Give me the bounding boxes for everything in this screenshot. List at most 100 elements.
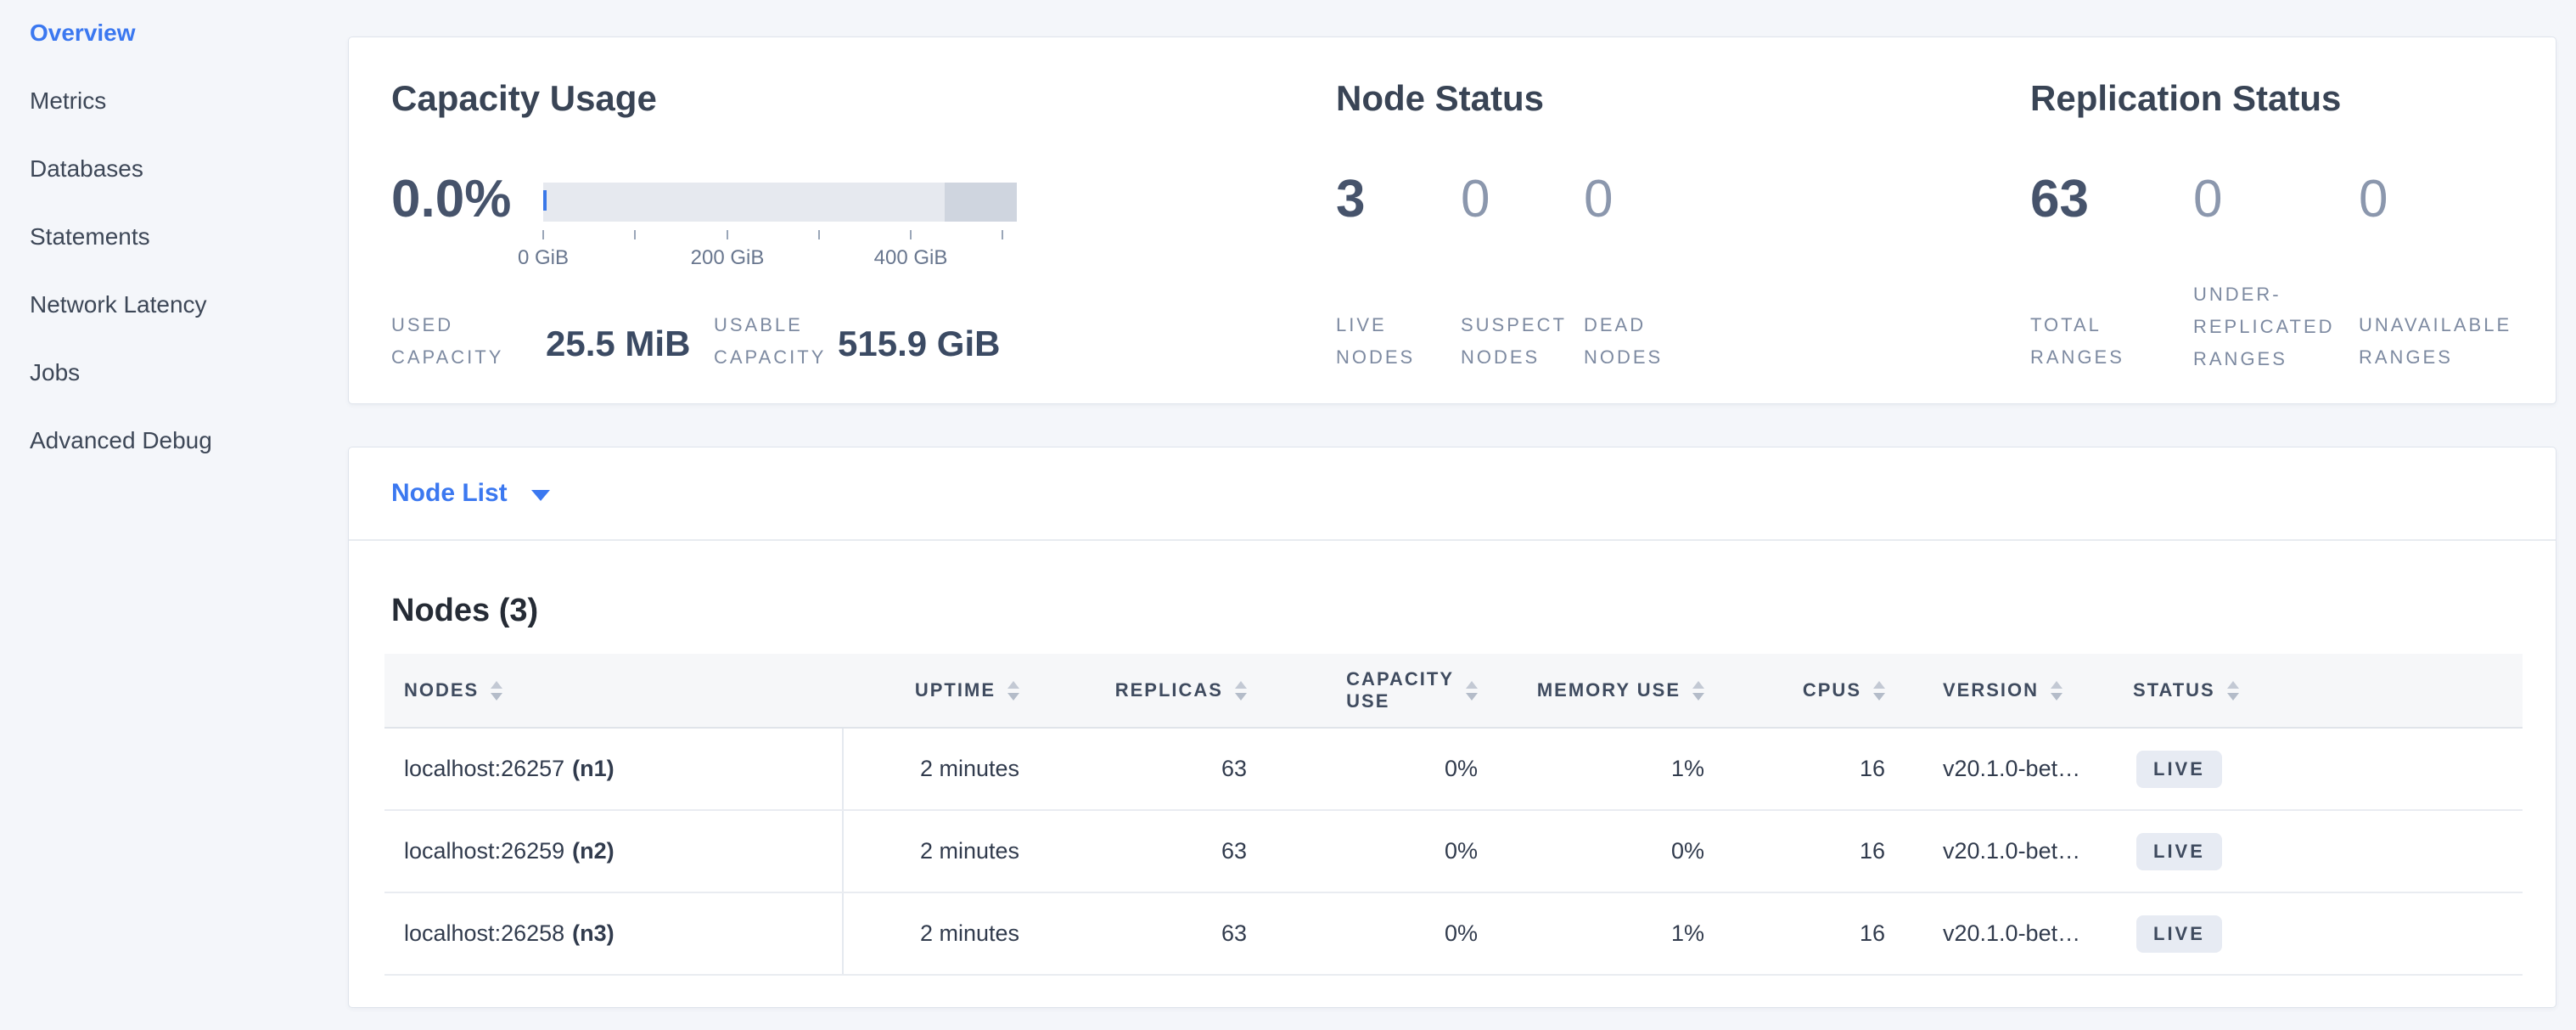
status-cell: LIVE <box>2126 893 2519 974</box>
table-header-row: NODES UPTIME REPLICAS CAPACITY USE <box>384 654 2523 729</box>
stat-label-line: REPLICATED <box>2193 311 2335 343</box>
memory-use-cell: 1% <box>1478 893 1704 974</box>
sort-icon <box>1873 681 1885 701</box>
stat-label-line: RANGES <box>2193 343 2335 375</box>
axis-label-400gib: 400 GiB <box>874 245 948 271</box>
node-host: localhost:26257 <box>404 756 564 782</box>
total-ranges-label: TOTAL RANGES <box>2030 309 2124 374</box>
axis-tick <box>1002 230 1003 239</box>
stat-label-line: RANGES <box>2359 341 2511 374</box>
column-header-nodes[interactable]: NODES <box>384 654 844 727</box>
version-cell: v20.1.0-bet… <box>1943 893 2126 974</box>
axis-label-200gib: 200 GiB <box>691 245 765 271</box>
used-capacity-marker <box>543 190 547 211</box>
total-ranges-count: 63 <box>2030 173 2089 226</box>
memory-use-cell: 1% <box>1478 729 1704 809</box>
stat-label-line: LIVE <box>1336 309 1415 341</box>
column-header-status[interactable]: STATUS <box>2126 654 2519 727</box>
table-row-n1[interactable]: localhost:26257 (n1) 2 minutes 63 0% 1% … <box>384 729 2523 811</box>
suspect-nodes-count: 0 <box>1461 173 1490 226</box>
memory-use-cell: 0% <box>1478 811 1704 892</box>
axis-tick <box>818 230 820 239</box>
column-header-memory-use[interactable]: MEMORY USE <box>1478 654 1704 727</box>
triangle-down-icon <box>1235 693 1247 701</box>
column-header-label: NODES <box>404 679 479 701</box>
dead-nodes-label: DEAD NODES <box>1584 309 1663 374</box>
sidebar-item-statements[interactable]: Statements <box>30 225 335 249</box>
stat-label-line: UNAVAILABLE <box>2359 309 2511 341</box>
sidebar-item-advanced-debug[interactable]: Advanced Debug <box>30 429 335 453</box>
column-header-label: STATUS <box>2133 679 2215 701</box>
stat-label-line: UNDER- <box>2193 279 2335 311</box>
status-badge: LIVE <box>2136 833 2222 870</box>
live-nodes-label: LIVE NODES <box>1336 309 1415 374</box>
triangle-up-icon <box>2051 681 2062 689</box>
capacity-usage-bar <box>543 183 1017 222</box>
node-name-cell: localhost:26259 (n2) <box>384 811 844 892</box>
capacity-usage-title: Capacity Usage <box>391 78 657 119</box>
sort-icon <box>1235 681 1247 701</box>
node-name-cell: localhost:26258 (n3) <box>384 893 844 974</box>
usable-capacity-label: USABLE CAPACITY <box>714 309 826 374</box>
node-list-dropdown[interactable]: Node List <box>391 447 550 539</box>
sort-icon <box>491 681 502 701</box>
nodes-heading: Nodes (3) <box>391 590 538 631</box>
sort-icon <box>1692 681 1704 701</box>
cpus-cell: 16 <box>1704 729 1885 809</box>
triangle-down-icon <box>1692 693 1704 701</box>
column-header-label: MEMORY USE <box>1537 679 1681 701</box>
usable-capacity-value: 515.9 GiB <box>838 324 1000 363</box>
node-name-cell: localhost:26257 (n1) <box>384 729 844 809</box>
stat-label-line: CAPACITY <box>714 341 826 374</box>
view-switcher-bar: Node List <box>349 447 2556 541</box>
triangle-up-icon <box>2227 681 2239 689</box>
column-header-uptime[interactable]: UPTIME <box>844 654 1019 727</box>
column-header-cpus[interactable]: CPUS <box>1704 654 1885 727</box>
live-nodes-count: 3 <box>1336 173 1365 226</box>
table-row-n3[interactable]: localhost:26258 (n3) 2 minutes 63 0% 1% … <box>384 893 2523 976</box>
under-replicated-ranges-count: 0 <box>2193 173 2222 226</box>
status-badge: LIVE <box>2136 915 2222 953</box>
sidebar: Overview Metrics Databases Statements Ne… <box>30 21 335 497</box>
table-row-n2[interactable]: localhost:26259 (n2) 2 minutes 63 0% 0% … <box>384 811 2523 893</box>
version-cell: v20.1.0-bet… <box>1943 729 2126 809</box>
node-id: (n2) <box>572 838 615 864</box>
column-header-replicas[interactable]: REPLICAS <box>1019 654 1247 727</box>
cpus-cell: 16 <box>1704 811 1885 892</box>
unavailable-ranges-label: UNAVAILABLE RANGES <box>2359 309 2511 374</box>
stat-label-line: CAPACITY <box>391 341 503 374</box>
suspect-nodes-label: SUSPECT NODES <box>1461 309 1567 374</box>
node-list-dropdown-label: Node List <box>391 479 508 508</box>
node-host: localhost:26259 <box>404 838 564 864</box>
triangle-up-icon <box>1235 681 1247 689</box>
column-header-capacity-use[interactable]: CAPACITY USE <box>1247 654 1478 727</box>
column-header-version[interactable]: VERSION <box>1943 654 2126 727</box>
sidebar-item-databases[interactable]: Databases <box>30 157 335 181</box>
cluster-overview-page: Overview Metrics Databases Statements Ne… <box>0 0 2576 1030</box>
sort-icon <box>2051 681 2062 701</box>
used-capacity-label: USED CAPACITY <box>391 309 503 374</box>
triangle-down-icon <box>2227 693 2239 701</box>
column-header-label: REPLICAS <box>1115 679 1223 701</box>
cluster-summary-card: Capacity Usage 0.0% 0 GiB 200 GiB 400 Gi… <box>348 37 2556 404</box>
column-header-label: UPTIME <box>915 679 996 701</box>
triangle-down-icon <box>1466 693 1478 701</box>
sidebar-item-jobs[interactable]: Jobs <box>30 361 335 385</box>
cpus-cell: 16 <box>1704 893 1885 974</box>
triangle-up-icon <box>1873 681 1885 689</box>
sidebar-item-overview[interactable]: Overview <box>30 21 335 45</box>
axis-tick <box>634 230 636 239</box>
chevron-down-icon <box>531 490 550 501</box>
axis-label-0gib: 0 GiB <box>518 245 569 271</box>
unavailable-ranges-count: 0 <box>2359 173 2388 226</box>
non-usable-capacity-segment <box>945 183 1017 222</box>
stat-label-line: NODES <box>1461 341 1567 374</box>
stat-label-line: DEAD <box>1584 309 1663 341</box>
node-id: (n3) <box>572 920 615 947</box>
stat-label-line: USED <box>391 309 503 341</box>
capacity-use-cell: 0% <box>1247 893 1478 974</box>
sidebar-item-network-latency[interactable]: Network Latency <box>30 293 335 317</box>
sort-icon <box>1466 681 1478 701</box>
sidebar-item-metrics[interactable]: Metrics <box>30 89 335 113</box>
nodes-table: NODES UPTIME REPLICAS CAPACITY USE <box>384 654 2523 976</box>
